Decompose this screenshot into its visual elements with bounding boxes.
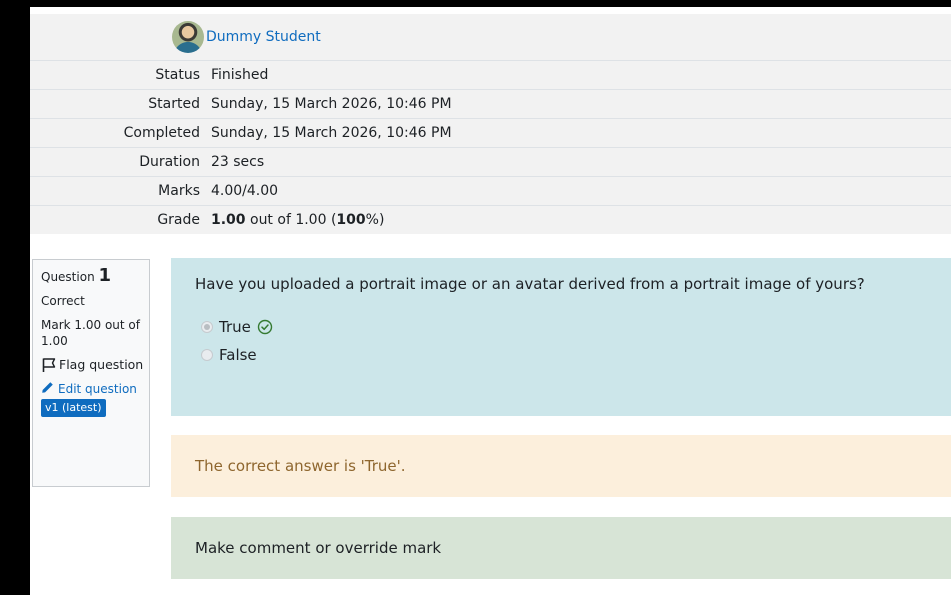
answer-option-false: False [195, 344, 931, 366]
flag-question-label: Flag question [59, 357, 144, 372]
summary-row-grade: Grade 1.00 out of 1.00 (100%) [30, 205, 951, 234]
grade-percent: 100 [336, 212, 366, 228]
pencil-icon [42, 382, 53, 393]
answer-option-true: True [195, 316, 931, 338]
attempt-summary-table: Dummy Student Status Finished Started Su… [30, 14, 951, 234]
question-formulation: Have you uploaded a portrait image or an… [171, 258, 951, 416]
edit-question-row: Edit question v1 (latest) [41, 381, 149, 417]
answer-label-false: False [219, 346, 257, 364]
answer-label-true: True [219, 318, 251, 336]
question-number: Question 1 [41, 265, 112, 286]
user-avatar[interactable] [172, 21, 204, 53]
summary-label: Marks [30, 176, 206, 206]
answer-radio-false[interactable] [201, 349, 213, 361]
summary-value: Sunday, 15 March 2026, 10:46 PM [206, 118, 951, 148]
flag-icon [42, 358, 56, 372]
question-feedback: The correct answer is 'True'. [171, 435, 951, 497]
summary-row-status: Status Finished [30, 60, 951, 90]
summary-row-user: Dummy Student [30, 14, 951, 61]
right-answer-text: The correct answer is 'True'. [195, 457, 406, 475]
summary-value: Sunday, 15 March 2026, 10:46 PM [206, 89, 951, 119]
comment-section: Make comment or override mark [171, 517, 951, 579]
summary-label: Completed [30, 118, 206, 148]
summary-row-started: Started Sunday, 15 March 2026, 10:46 PM [30, 89, 951, 119]
quiz-review-page: Dummy Student Status Finished Started Su… [30, 7, 951, 595]
answer-radio-true[interactable] [201, 321, 213, 333]
edit-question-link[interactable]: Edit question [41, 382, 137, 396]
make-comment-link[interactable]: Make comment or override mark [195, 539, 441, 557]
summary-value: 23 secs [206, 147, 951, 177]
summary-row-marks: Marks 4.00/4.00 [30, 176, 951, 206]
question-text: Have you uploaded a portrait image or an… [195, 275, 865, 293]
grade-score: 1.00 [211, 212, 246, 228]
version-badge: v1 (latest) [41, 399, 106, 417]
summary-label: Status [30, 60, 206, 90]
correct-check-icon [257, 319, 273, 335]
summary-value: 4.00/4.00 [206, 176, 951, 206]
summary-row-duration: Duration 23 secs [30, 147, 951, 177]
edit-question-label: Edit question [58, 382, 137, 396]
summary-label: Grade [30, 205, 206, 234]
summary-label: Started [30, 89, 206, 119]
user-name-link[interactable]: Dummy Student [206, 29, 321, 45]
flag-question-toggle[interactable]: Flag question [41, 357, 149, 373]
question-info-panel: Question 1 Correct Mark 1.00 out of 1.00… [32, 259, 150, 487]
question-mark: Mark 1.00 out of 1.00 [41, 318, 140, 348]
summary-label: Duration [30, 147, 206, 177]
summary-row-completed: Completed Sunday, 15 March 2026, 10:46 P… [30, 118, 951, 148]
grade-value: 1.00 out of 1.00 (100%) [206, 205, 951, 234]
question-state: Correct [41, 294, 85, 308]
summary-value: Finished [206, 60, 951, 90]
